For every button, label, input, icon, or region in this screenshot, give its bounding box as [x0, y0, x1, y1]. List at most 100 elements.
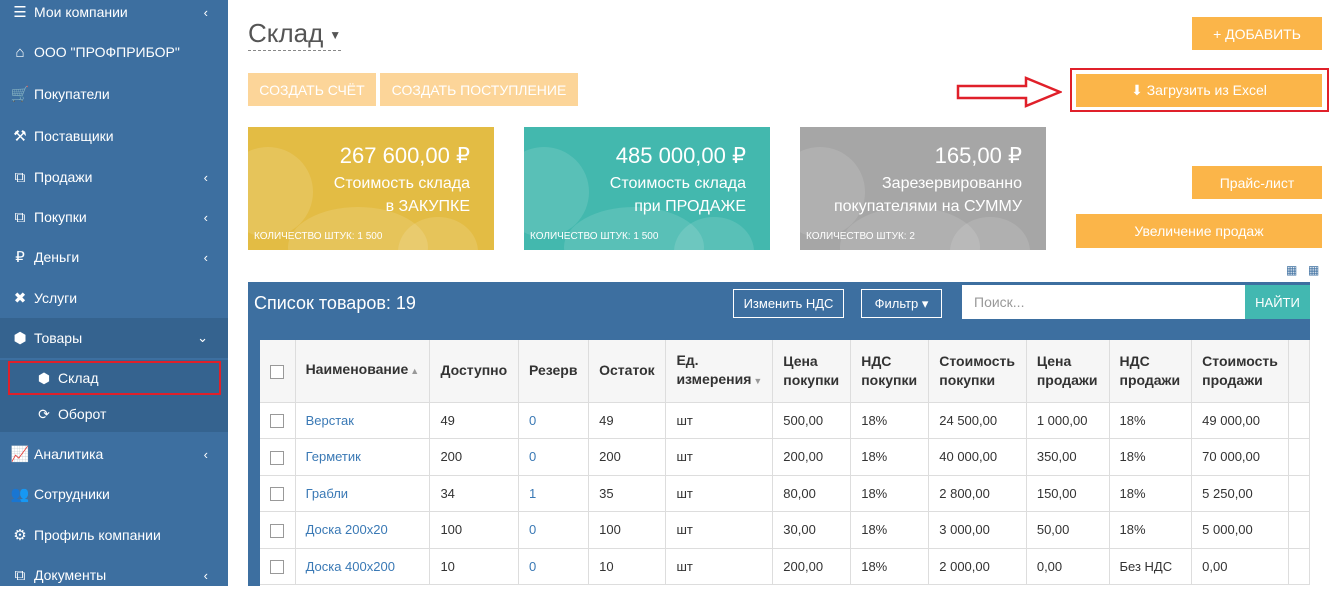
- row-checkbox[interactable]: [270, 450, 284, 465]
- sidebar-item-label: Деньги: [34, 249, 80, 265]
- page-title[interactable]: Склад ▼: [248, 18, 342, 51]
- change-vat-button[interactable]: Изменить НДС: [733, 289, 844, 318]
- reserve-link[interactable]: 0: [518, 548, 590, 585]
- table-cell: 34: [429, 475, 519, 512]
- sidebar-item-5[interactable]: ⧉ Покупки ‹: [0, 197, 228, 237]
- sidebar-bottom-item-1[interactable]: 👥 Сотрудники: [0, 474, 228, 514]
- row-checkbox[interactable]: [270, 487, 284, 502]
- card-amount: 485 000,00 ₽: [615, 143, 746, 168]
- table-cell-spacer: [1288, 511, 1310, 549]
- create-invoice-button[interactable]: СОЗДАТЬ СЧЁТ: [248, 73, 376, 106]
- table-cell: 18%: [850, 402, 930, 439]
- row-select-cell[interactable]: [260, 548, 296, 585]
- price-list-button[interactable]: Прайс-лист: [1192, 166, 1322, 199]
- table-cell: 18%: [1109, 475, 1193, 512]
- row-checkbox[interactable]: [270, 414, 284, 429]
- sidebar-item-6[interactable]: ₽ Деньги ‹: [0, 237, 228, 277]
- table-cell: 100: [588, 511, 667, 549]
- sidebar-item-2[interactable]: 🛒 Покупатели: [0, 74, 228, 114]
- upload-excel-button[interactable]: ⬇ Загрузить из Excel: [1076, 74, 1322, 107]
- add-button[interactable]: + ДОБАВИТЬ: [1192, 17, 1322, 50]
- product-name-link[interactable]: Верстак: [295, 402, 431, 439]
- row-checkbox[interactable]: [270, 523, 284, 538]
- table-row[interactable]: Доска 400х200 10 0 10 шт 200,00 18% 2 000,00 0,0…: [260, 548, 1310, 585]
- column-header[interactable]: Наименование ▲: [295, 340, 431, 403]
- column-header-label: Цена продажи: [1036, 352, 1098, 388]
- sidebar-item-7[interactable]: ✖ Услуги: [0, 278, 228, 318]
- row-select-cell[interactable]: [260, 511, 296, 549]
- filter-button[interactable]: Фильтр ▾: [861, 289, 942, 318]
- sidebar-item-1[interactable]: ⌂ ООО "ПРОФПРИБОР": [0, 32, 228, 72]
- reserve-link[interactable]: 0: [518, 511, 590, 549]
- sidebar-item-label: Аналитика: [34, 446, 104, 462]
- sidebar-item-4[interactable]: ⧉ Продажи ‹: [0, 157, 228, 197]
- excel-export-icon[interactable]: ▦: [1286, 263, 1297, 277]
- search-input[interactable]: [962, 285, 1246, 319]
- sidebar-subitem-1[interactable]: ⟳ Оборот: [0, 396, 228, 432]
- table-row[interactable]: Доска 200х20 100 0 100 шт 30,00 18% 3 000,00 50,…: [260, 511, 1310, 549]
- sidebar-item-label: Поставщики: [34, 128, 114, 144]
- reserve-link[interactable]: 0: [518, 402, 590, 439]
- table-row[interactable]: Грабли 34 1 35 шт 80,00 18% 2 800,00 150,00 18% 5 …: [260, 475, 1310, 512]
- row-select-cell[interactable]: [260, 475, 296, 512]
- chevron-icon: ‹: [203, 169, 208, 185]
- sidebar-item-label: Услуги: [34, 290, 78, 306]
- table-cell: 10: [429, 548, 519, 585]
- table-cell-spacer: [1288, 475, 1310, 512]
- column-header-label: Резерв: [528, 362, 578, 379]
- select-all-checkbox[interactable]: [270, 364, 284, 379]
- table-row[interactable]: Верстак 49 0 49 шт 500,00 18% 24 500,00 1 000,00…: [260, 402, 1310, 439]
- sidebar-item-0[interactable]: ☰ Мои компании ‹: [0, 0, 228, 32]
- product-name-link[interactable]: Доска 200х20: [295, 511, 431, 549]
- row-select-cell[interactable]: [260, 402, 296, 439]
- card-label-line1: Стоимость склада: [333, 175, 470, 192]
- sidebar-bottom-item-0[interactable]: 📈 Аналитика ‹: [0, 434, 228, 474]
- product-list-title: Список товаров: 19: [254, 293, 416, 313]
- sales-icon: ⧉: [14, 168, 26, 186]
- table-cell: 35: [588, 475, 667, 512]
- table-cell: шт: [665, 475, 774, 512]
- table-cell: 500,00: [772, 402, 852, 439]
- product-name-link[interactable]: Герметик: [295, 438, 431, 476]
- sidebar-item-8[interactable]: ⬢ Товары ⌄: [0, 318, 228, 358]
- column-header[interactable]: Остаток: [588, 340, 667, 403]
- product-name-link[interactable]: Доска 400х200: [295, 548, 431, 585]
- card-quantity: КОЛИЧЕСТВО ШТУК: 1 500: [530, 231, 659, 242]
- tools-icon: ✖: [13, 290, 27, 307]
- column-header[interactable]: Ед. измерения ▼: [665, 340, 774, 403]
- table-cell: 5 000,00: [1191, 511, 1289, 549]
- table-cell: 49: [588, 402, 667, 439]
- table-cell: 200: [429, 438, 519, 476]
- row-checkbox[interactable]: [270, 560, 284, 575]
- column-header[interactable]: НДС продажи: [1109, 340, 1193, 403]
- table-cell: 18%: [850, 438, 930, 476]
- column-header[interactable]: Цена покупки: [772, 340, 852, 403]
- increase-sales-button[interactable]: Увеличение продаж: [1076, 214, 1322, 248]
- search-button[interactable]: НАЙТИ: [1245, 285, 1310, 319]
- grid-view-icon[interactable]: ▦: [1308, 263, 1319, 277]
- column-header[interactable]: НДС покупки: [850, 340, 930, 403]
- reserve-link[interactable]: 1: [518, 475, 590, 512]
- column-header[interactable]: Доступно: [429, 340, 519, 403]
- column-header[interactable]: Цена продажи: [1026, 340, 1110, 403]
- sklad-highlight-box: [8, 361, 221, 395]
- column-header[interactable]: Стоимость продажи: [1191, 340, 1289, 403]
- sidebar-bottom-item-2[interactable]: ⚙ Профиль компании: [0, 515, 228, 555]
- product-name-link[interactable]: Грабли: [295, 475, 431, 512]
- sidebar-item-label: Покупатели: [34, 86, 110, 102]
- sidebar-bottom-item-3[interactable]: ⧉ Документы ‹: [0, 555, 228, 595]
- cart-icon: 🛒: [10, 86, 30, 103]
- reserve-link[interactable]: 0: [518, 438, 590, 476]
- column-header-label: Стоимость продажи: [1202, 352, 1278, 388]
- sidebar-item-3[interactable]: ⚒ Поставщики: [0, 116, 228, 156]
- column-header-label: НДС покупки: [861, 352, 918, 388]
- column-header[interactable]: Стоимость покупки: [928, 340, 1027, 403]
- column-header[interactable]: Резерв: [518, 340, 590, 403]
- table-cell: шт: [665, 438, 774, 476]
- table-row[interactable]: Герметик 200 0 200 шт 200,00 18% 40 000,00 350,0…: [260, 438, 1310, 476]
- select-all-header[interactable]: [260, 340, 296, 403]
- row-select-cell[interactable]: [260, 438, 296, 476]
- table-cell: 1 000,00: [1026, 402, 1110, 439]
- table-cell: 200,00: [772, 438, 852, 476]
- create-receipt-button[interactable]: СОЗДАТЬ ПОСТУПЛЕНИЕ: [380, 73, 578, 106]
